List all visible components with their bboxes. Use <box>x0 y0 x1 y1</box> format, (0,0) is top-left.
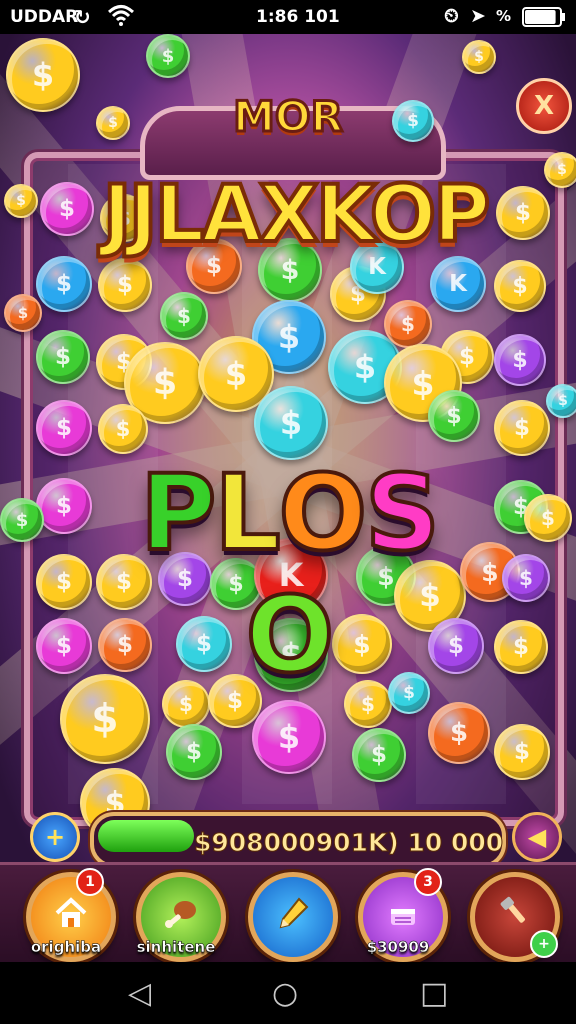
add-coins-button[interactable]: + <box>30 812 80 862</box>
drumstick-icon <box>161 893 201 942</box>
nav-shop-label: $30909 <box>366 938 430 957</box>
coin[interactable]: $ <box>502 554 550 602</box>
coin[interactable]: $ <box>254 386 328 460</box>
coin[interactable]: $ <box>428 702 490 764</box>
coin[interactable]: $ <box>166 724 222 780</box>
coin[interactable]: $ <box>36 400 92 456</box>
coin[interactable]: $ <box>6 38 80 112</box>
coin[interactable]: $ <box>0 498 44 542</box>
coin[interactable]: $ <box>494 620 548 674</box>
plus-badge-icon: + <box>530 930 558 958</box>
big-word-letter: P <box>138 450 218 576</box>
coin[interactable]: $ <box>352 728 406 782</box>
balance-text: $908000901K) 10 000 <box>193 828 504 858</box>
coin[interactable]: $ <box>36 618 92 674</box>
coin[interactable]: $ <box>36 256 92 312</box>
progress-bar: $908000901K) 10 000 <box>90 812 506 868</box>
sync-icon: ↻ <box>74 5 91 29</box>
coin[interactable]: $ <box>494 260 546 312</box>
coin[interactable]: $ <box>494 400 550 456</box>
coin[interactable]: $ <box>40 182 94 236</box>
coin[interactable]: $ <box>428 390 480 442</box>
game-subtitle: MOR <box>232 91 345 143</box>
recents-icon[interactable]: □ <box>420 976 448 1011</box>
coin[interactable]: $ <box>146 34 190 78</box>
coin[interactable]: $ <box>96 106 130 140</box>
home-nav-icon[interactable]: ○ <box>272 976 298 1011</box>
close-icon: X <box>533 91 555 121</box>
coin[interactable]: $ <box>384 300 432 348</box>
location-icon: ➤ <box>470 5 486 27</box>
notification-badge: 1 <box>76 868 104 896</box>
coin[interactable]: $ <box>494 724 550 780</box>
battery-icon <box>522 7 566 32</box>
big-word-letter: L <box>212 450 282 576</box>
close-button[interactable]: X <box>516 78 572 134</box>
big-word-letter: O <box>277 450 369 576</box>
system-nav-bar: ◁ ○ □ <box>0 962 576 1024</box>
big-word: PLOSO <box>104 450 474 698</box>
coin[interactable]: $ <box>160 292 208 340</box>
status-bar: UDDAR ↻ 1:86 101 ⏲ ➤ % <box>0 0 576 34</box>
back-icon[interactable]: ◁ <box>128 976 151 1011</box>
coin[interactable]: $ <box>36 554 92 610</box>
coin[interactable]: $ <box>98 404 148 454</box>
coin[interactable]: K <box>430 256 486 312</box>
progress-fill <box>98 820 194 852</box>
tool-icon <box>495 893 535 942</box>
alarm-icon: ⏲ <box>444 5 459 27</box>
coin[interactable]: $ <box>494 334 546 386</box>
nav-pencil-button[interactable] <box>248 872 338 962</box>
nav-food-label: sinhitene <box>136 938 216 957</box>
coin[interactable]: $ <box>4 184 38 218</box>
home-icon <box>51 893 91 942</box>
coin[interactable]: $ <box>544 152 576 188</box>
nav-home-label: orighiba <box>30 938 102 957</box>
coin[interactable]: $ <box>98 258 152 312</box>
coin[interactable]: $ <box>4 294 42 332</box>
coin[interactable]: $ <box>36 478 92 534</box>
clock: 1:86 101 <box>256 7 340 27</box>
pencil-icon <box>273 893 313 942</box>
coin[interactable]: $ <box>546 384 576 418</box>
sound-button[interactable]: ◀ <box>512 812 562 862</box>
cake-icon <box>383 893 423 942</box>
signal-label: % <box>496 7 512 25</box>
coin[interactable]: $ <box>252 700 326 774</box>
carrier-label: UDDAR <box>10 7 79 27</box>
coin[interactable]: $ <box>524 494 572 542</box>
coin[interactable]: $ <box>392 100 434 142</box>
game-title: JJLAXKOP <box>101 168 493 262</box>
speaker-icon: ◀ <box>527 823 547 851</box>
notification-badge: 3 <box>414 868 442 896</box>
coin[interactable]: $ <box>496 186 550 240</box>
big-word-letter: S <box>363 450 442 576</box>
coin[interactable]: $ <box>36 330 90 384</box>
wifi-icon <box>107 3 135 32</box>
big-word-letter: O <box>244 572 336 698</box>
plus-icon: + <box>44 823 66 851</box>
coin[interactable]: $ <box>462 40 496 74</box>
